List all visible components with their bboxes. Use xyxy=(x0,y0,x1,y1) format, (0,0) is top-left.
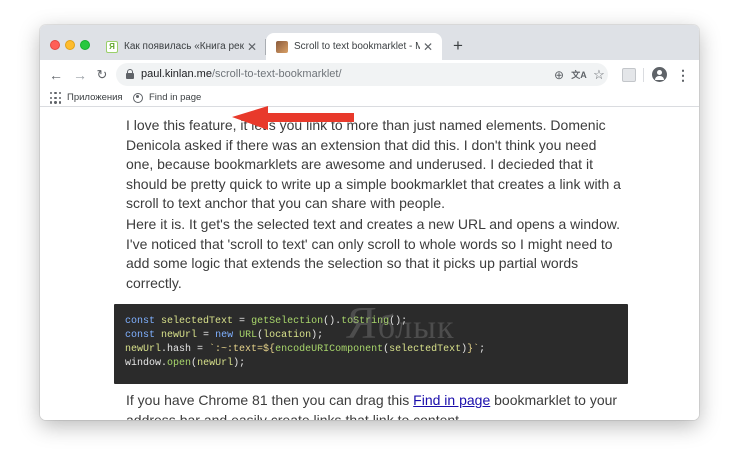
tab-yablyk[interactable]: Я Как появилась «Книга рекорд ✕ xyxy=(100,33,266,60)
bookmark-label: Find in page xyxy=(149,92,202,103)
menu-dots-icon[interactable]: ⋮ xyxy=(676,66,690,84)
reload-icon[interactable]: ↻ xyxy=(92,65,112,85)
arrow-shape xyxy=(232,106,354,130)
bookmark-find-in-page[interactable]: Find in page xyxy=(133,91,201,105)
translate-icon[interactable]: 文A xyxy=(570,66,588,84)
add-icon[interactable]: ⊕ xyxy=(550,66,568,84)
maximize-window-button[interactable] xyxy=(80,40,90,50)
toolbar: ← → ↻ paul.kinlan.me/scroll-to-text-book… xyxy=(40,60,699,89)
forward-arrow-icon[interactable]: → xyxy=(70,65,90,85)
paragraph-description: Here it is. It get's the selected text a… xyxy=(126,216,620,291)
toolbar-divider xyxy=(643,68,644,82)
apps-grid-icon[interactable] xyxy=(50,92,62,104)
address-bar[interactable]: paul.kinlan.me/scroll-to-text-bookmarkle… xyxy=(116,63,608,86)
url-text[interactable]: paul.kinlan.me/scroll-to-text-bookmarkle… xyxy=(141,68,342,80)
annotation-arrow-icon xyxy=(232,106,354,130)
back-arrow-icon[interactable]: ← xyxy=(46,65,66,85)
paragraph-intro: I love this feature, it let's you link t… xyxy=(126,117,621,211)
find-in-page-bookmarklet-link[interactable]: Find in page xyxy=(413,392,490,408)
bookmark-apps[interactable]: Приложения xyxy=(67,91,123,105)
close-window-button[interactable] xyxy=(50,40,60,50)
tab-title: Как появилась «Книга рекорд xyxy=(124,41,244,52)
tab-title: Scroll to text bookmarklet - Mo xyxy=(294,41,420,52)
code-line: window.open(newUrl); xyxy=(125,358,246,369)
site-favicon-icon xyxy=(276,40,288,53)
close-tab-icon[interactable]: ✕ xyxy=(420,40,436,54)
tab-scroll-to-text[interactable]: Scroll to text bookmarklet - Mo ✕ xyxy=(266,33,442,60)
lock-icon[interactable] xyxy=(126,69,134,79)
globe-icon xyxy=(133,93,143,103)
yablyk-favicon-icon: Я xyxy=(106,40,118,53)
yablyk-watermark: Яблык xyxy=(346,297,455,348)
bookmarks-bar: Приложения Find in page xyxy=(40,89,699,107)
browser-window: Я Как появилась «Книга рекорд ✕ Scroll t… xyxy=(40,25,699,420)
extension-icon[interactable] xyxy=(622,68,636,82)
profile-avatar-icon[interactable] xyxy=(652,67,667,82)
page-content: I love this feature, it let's you link t… xyxy=(40,108,699,420)
new-tab-button[interactable]: + xyxy=(446,34,470,58)
paragraph-bookmarklet: If you have Chrome 81 then you can drag … xyxy=(126,392,618,420)
minimize-window-button[interactable] xyxy=(65,40,75,50)
close-tab-icon[interactable]: ✕ xyxy=(244,40,260,54)
tab-strip: Я Как появилась «Книга рекорд ✕ Scroll t… xyxy=(40,25,699,60)
bookmark-star-icon[interactable]: ☆ xyxy=(590,66,608,84)
